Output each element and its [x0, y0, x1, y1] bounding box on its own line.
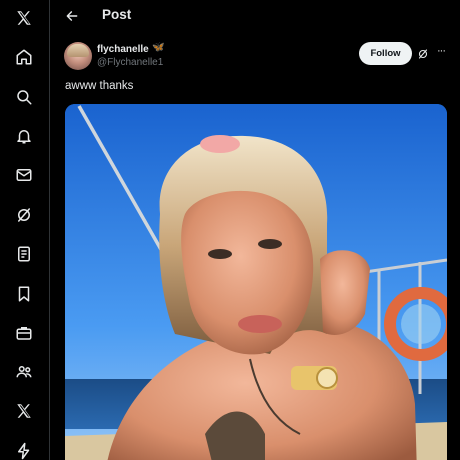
page-title: Post	[102, 7, 132, 22]
grok-icon[interactable]	[9, 200, 39, 230]
messages-envelope-icon[interactable]	[9, 160, 39, 190]
post-header: Post	[54, 0, 460, 34]
more-horizontal-icon[interactable]: ···	[434, 44, 448, 58]
premium-x-icon[interactable]	[9, 396, 39, 426]
search-icon[interactable]	[9, 82, 39, 112]
post-image[interactable]	[65, 104, 447, 460]
bookmark-icon[interactable]	[9, 279, 39, 309]
post-text: awww thanks	[65, 80, 134, 92]
x-logo-icon[interactable]	[9, 3, 39, 33]
jobs-briefcase-icon[interactable]	[9, 318, 39, 348]
follow-button[interactable]: Follow	[359, 42, 412, 65]
home-icon[interactable]	[9, 42, 39, 72]
butterfly-icon: 🦋	[152, 42, 165, 53]
notifications-bell-icon[interactable]	[9, 121, 39, 151]
arrow-left-icon[interactable]	[61, 5, 83, 27]
lists-icon[interactable]	[9, 239, 39, 269]
author-display-name[interactable]: flychanelle	[97, 44, 149, 55]
communities-icon[interactable]	[9, 357, 39, 387]
selfie-photo	[65, 104, 447, 460]
avatar[interactable]	[64, 42, 92, 70]
grok-icon[interactable]	[415, 46, 430, 61]
sidebar	[0, 0, 50, 460]
app-window: Post flychanelle 🦋 @Flychanelle1 Follow …	[0, 0, 460, 460]
main-column: Post flychanelle 🦋 @Flychanelle1 Follow …	[54, 0, 460, 460]
author-handle[interactable]: @Flychanelle1	[97, 57, 163, 68]
lightning-bolt-icon[interactable]	[9, 436, 39, 460]
